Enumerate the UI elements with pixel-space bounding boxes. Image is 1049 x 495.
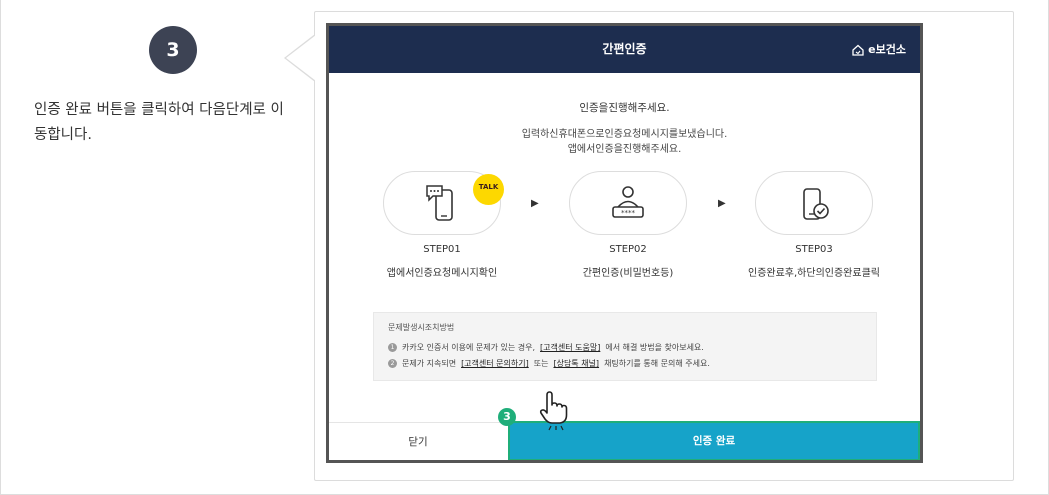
arrow-right-icon-2: ▶ — [718, 198, 726, 209]
arrow-right-icon: ▶ — [531, 198, 539, 209]
phone-chat-icon — [426, 185, 453, 221]
help-item2-mid: 또는 — [533, 359, 549, 368]
step2-desc: 간편인증(비밀번호등) — [582, 268, 674, 279]
step1-label: STEP01 — [423, 244, 461, 255]
modal-title: 간편인증 — [602, 42, 647, 56]
step-number-badge: 3 — [149, 26, 197, 74]
phone-check-icon — [803, 188, 829, 220]
step2-label: STEP02 — [609, 244, 647, 255]
bubble-pointer-inner — [286, 35, 316, 81]
user-password-icon: **** — [612, 186, 644, 218]
modal-header: 간편인증 e보건소 — [329, 26, 920, 73]
brand-logo: e보건소 — [852, 26, 906, 73]
pointer-hand-icon — [539, 391, 568, 431]
step3-pill — [755, 171, 873, 235]
help-item2-post: 채팅하기를 통해 문의해 주세요. — [604, 359, 710, 368]
notice-line2: 앱에서인증을진행해주세요. — [567, 144, 682, 155]
notice-line1: 입력하신휴대폰으로인증요청메시지를보냈습니다. — [521, 129, 728, 140]
help-item2-pre: 문제가 지속되면 — [402, 359, 457, 368]
step3-desc: 인증완료후,하단의인증완료클릭 — [748, 268, 880, 279]
step2-pill: **** — [569, 171, 687, 235]
help-number-1: 1 — [388, 343, 397, 352]
svg-text:****: **** — [621, 209, 636, 217]
chat-channel-link[interactable]: [상담톡 채널] — [553, 358, 599, 369]
callout-number-badge: 3 — [498, 408, 516, 426]
contact-center-link[interactable]: [고객센터 문의하기] — [461, 358, 529, 369]
step3-label: STEP03 — [795, 244, 833, 255]
step1-desc: 앱에서인증요청메시지확인 — [386, 268, 498, 279]
kakaotalk-icon: TALK — [473, 174, 504, 205]
help-box: 문제발생시조치방법 1 카카오 인증서 이용에 문제가 있는 경우, [고객센터… — [373, 312, 877, 381]
guide-panel: 3 인증 완료 버튼을 클릭하여 다음단계로 이동합니다. 간편인증 e보건소 … — [0, 0, 1049, 495]
step-description: 인증 완료 버튼을 클릭하여 다음단계로 이동합니다. — [34, 102, 284, 143]
help-item1-post: 에서 해결 방법을 찾아보세요. — [605, 343, 704, 352]
help-item1-pre: 카카오 인증서 이용에 문제가 있는 경우, — [402, 343, 536, 352]
help-item-2: 2 문제가 지속되면 [고객센터 문의하기] 또는 [상담톡 채널] 채팅하기를… — [388, 358, 862, 369]
brand-text: e보건소 — [868, 43, 906, 56]
kakao-badge-text: TALK — [478, 183, 499, 191]
close-button[interactable]: 닫기 — [329, 423, 507, 460]
help-item-1: 1 카카오 인증서 이용에 문제가 있는 경우, [고객센터 도움말] 에서 해… — [388, 342, 862, 353]
modal-footer: 닫기 인증 완료 — [329, 421, 920, 460]
notice-detail: 입력하신휴대폰으로인증요청메시지를보냈습니다. 앱에서인증을진행해주세요. — [329, 127, 920, 157]
auth-modal: 간편인증 e보건소 인증을진행해주세요. 입력하신휴대폰으로인증요청메시지를보냈… — [326, 23, 923, 463]
help-title: 문제발생시조치방법 — [388, 323, 455, 332]
help-number-2: 2 — [388, 359, 397, 368]
house-icon — [852, 44, 864, 56]
notice-main: 인증을진행해주세요. — [579, 102, 670, 114]
help-center-link[interactable]: [고객센터 도움말] — [540, 342, 600, 353]
